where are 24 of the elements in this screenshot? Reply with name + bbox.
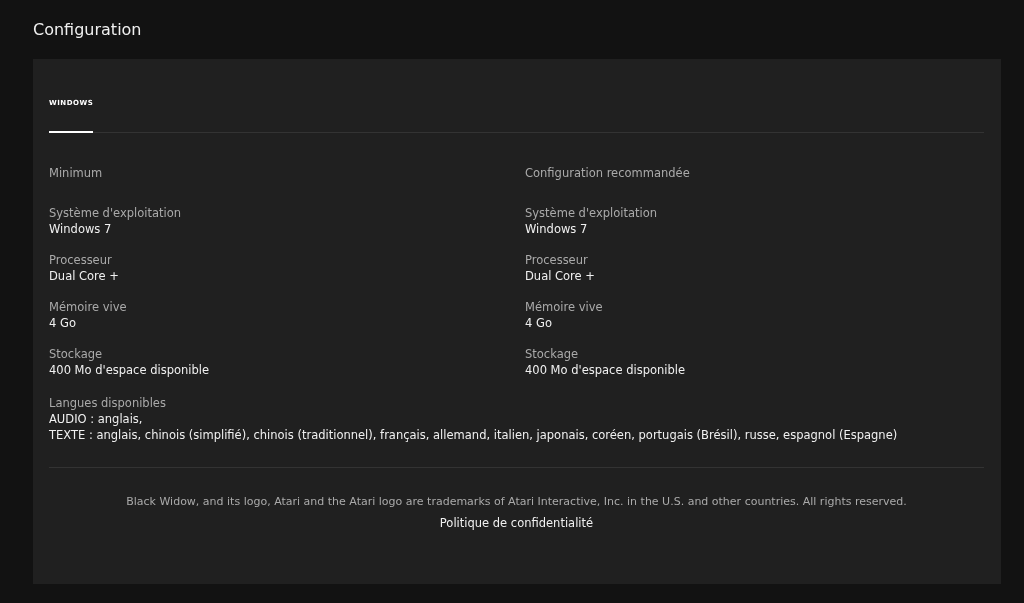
spec-label: Mémoire vive [525,299,604,315]
spec-value: 400 Mo d'espace disponible [49,362,211,378]
spec-value: 400 Mo d'espace disponible [525,362,687,378]
spec-label: Mémoire vive [49,299,128,315]
column-heading: Configuration recommandée [525,166,691,181]
privacy-link[interactable]: Politique de confidentialité [439,516,594,530]
spec-label: Système d'exploitation [49,205,183,221]
spec-value: Dual Core + [49,268,120,284]
spec-label: Stockage [525,346,580,362]
spec-value: Windows 7 [49,221,113,237]
section-title: Configuration [33,19,143,41]
spec-label: Stockage [49,346,104,362]
spec-value: 4 Go [49,315,77,331]
spec-label: Processeur [49,252,113,268]
spec-label: Processeur [525,252,589,268]
languages-text: AUDIO : anglais, [49,411,144,427]
languages-text: TEXTE : anglais, chinois (simplifié), chinois (traditionnel), français, allemand, italien, japonais, coréen, portugais (Brésil), russe, espagnol (Espagne) [49,427,899,443]
spec-value: Dual Core + [525,268,596,284]
column-heading: Minimum [49,166,104,181]
spec-value: 4 Go [525,315,553,331]
legal-notice: Black Widow, and its logo, Atari and the Atari logo are trademarks of Atari Interactive, Inc. in the U.S. and other countries. All rights reserved. [126,495,907,508]
spec-value: Windows 7 [525,221,589,237]
spec-label: Système d'exploitation [525,205,659,221]
languages-label: Langues disponibles [49,395,167,411]
